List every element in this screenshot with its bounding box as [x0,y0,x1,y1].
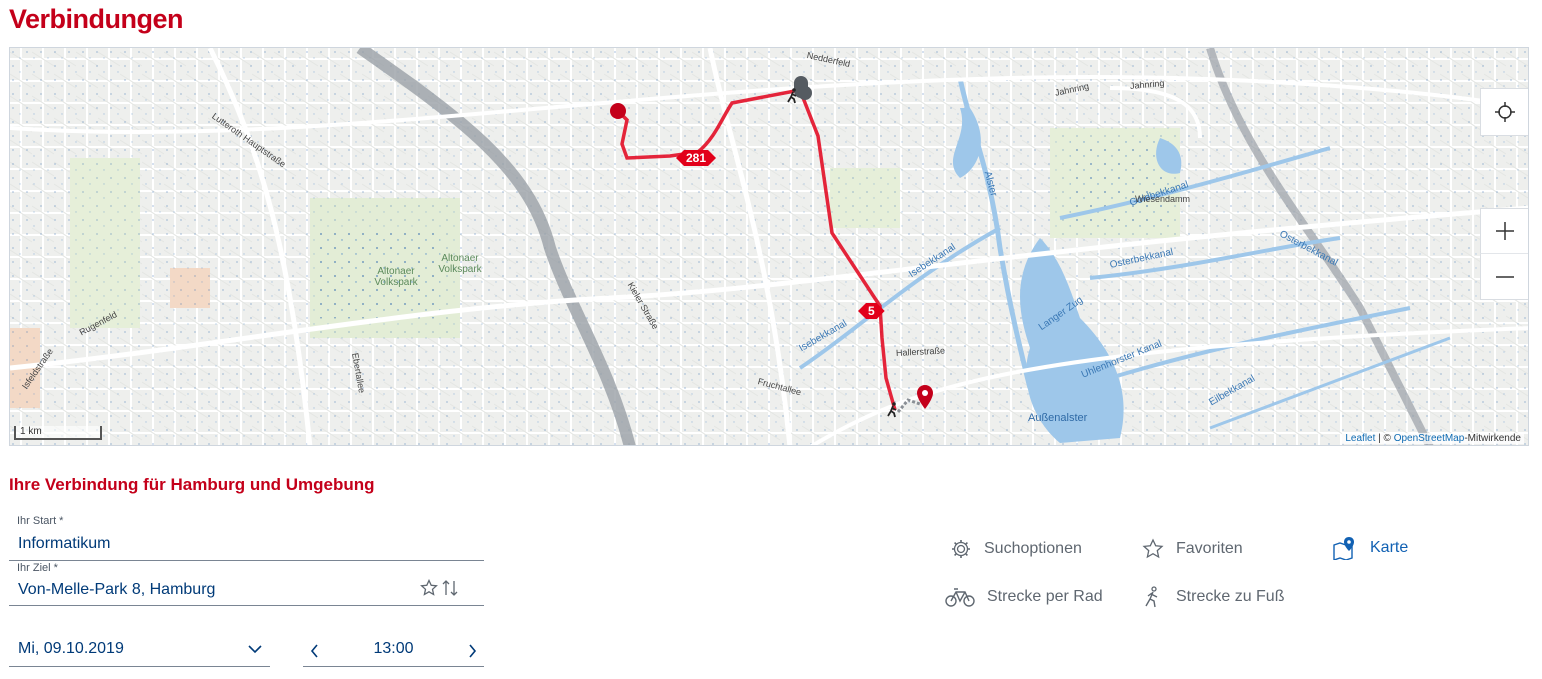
start-label: Ihr Start * [17,515,64,527]
star-icon[interactable] [420,579,438,597]
favorites-button[interactable]: Favoriten [1142,538,1243,560]
search-options-button[interactable]: Suchoptionen [950,538,1082,560]
park-label: Altonaer Volkspark [438,253,482,275]
zoom-in-button[interactable] [1480,208,1528,254]
leaflet-link[interactable]: Leaflet [1345,433,1375,444]
goal-label: Ihr Ziel * [17,562,58,574]
map-toggle-button[interactable]: Karte [1332,536,1408,560]
walking-icon [787,88,797,104]
gear-icon [952,540,970,558]
start-marker [610,103,626,119]
crosshair-icon [1494,102,1515,122]
time-value[interactable]: 13:00 [303,640,484,658]
goal-input[interactable]: Von-Melle-Park 8, Hamburg [18,581,215,599]
walk-route-button[interactable]: Strecke zu Fuß [1142,586,1284,608]
attribution-separator: | © [1375,433,1394,444]
chevron-right-icon[interactable] [466,644,478,658]
goal-field[interactable]: Ihr Ziel * Von-Melle-Park 8, Hamburg [9,562,484,606]
street-label: Wiesendamm [1135,194,1191,204]
search-options-label: Suchoptionen [984,540,1082,557]
lake-label: Außenalster [1028,412,1088,424]
map-scale: 1 km [14,426,102,440]
destination-pin-icon [917,385,933,409]
bike-route-button[interactable]: Strecke per Rad [945,586,1103,608]
section-title: Ihre Verbindung für Hamburg und Umgebung [9,475,375,494]
minus-icon [1495,275,1514,278]
route-badge: 281 [676,150,716,166]
map-toggle-label: Karte [1370,539,1409,556]
plus-icon [1495,222,1514,240]
chevron-down-icon [248,645,262,654]
map-attribution: Leaflet | © OpenStreetMap-Mitwirkende [1342,433,1524,444]
walk-route-label: Strecke zu Fuß [1176,588,1285,605]
start-field[interactable]: Ihr Start * Informatikum [9,515,484,561]
swap-icon[interactable] [442,579,458,597]
zoom-out-button[interactable] [1480,254,1528,300]
osm-link[interactable]: OpenStreetMap [1394,433,1465,444]
park-label: Altonaer Volkspark [374,266,418,288]
date-value: Mi, 09.10.2019 [18,640,124,657]
date-select[interactable]: Mi, 09.10.2019 [9,635,270,667]
walking-icon [887,402,897,418]
favorites-label: Favoriten [1176,540,1243,557]
page-title: Verbindungen [9,4,184,34]
locate-button[interactable] [1480,88,1528,136]
star-icon [1142,538,1164,559]
walking-icon [1145,586,1158,608]
start-input[interactable]: Informatikum [18,535,110,553]
attribution-suffix: -Mitwirkende [1464,433,1521,444]
bike-route-label: Strecke per Rad [987,588,1103,605]
map[interactable]: 281 5 Nedderfeld Lutteroth Hauptstraße J… [9,47,1529,446]
bicycle-icon [945,588,975,607]
map-pin-icon [1333,537,1354,560]
time-field[interactable]: 13:00 [303,635,484,667]
